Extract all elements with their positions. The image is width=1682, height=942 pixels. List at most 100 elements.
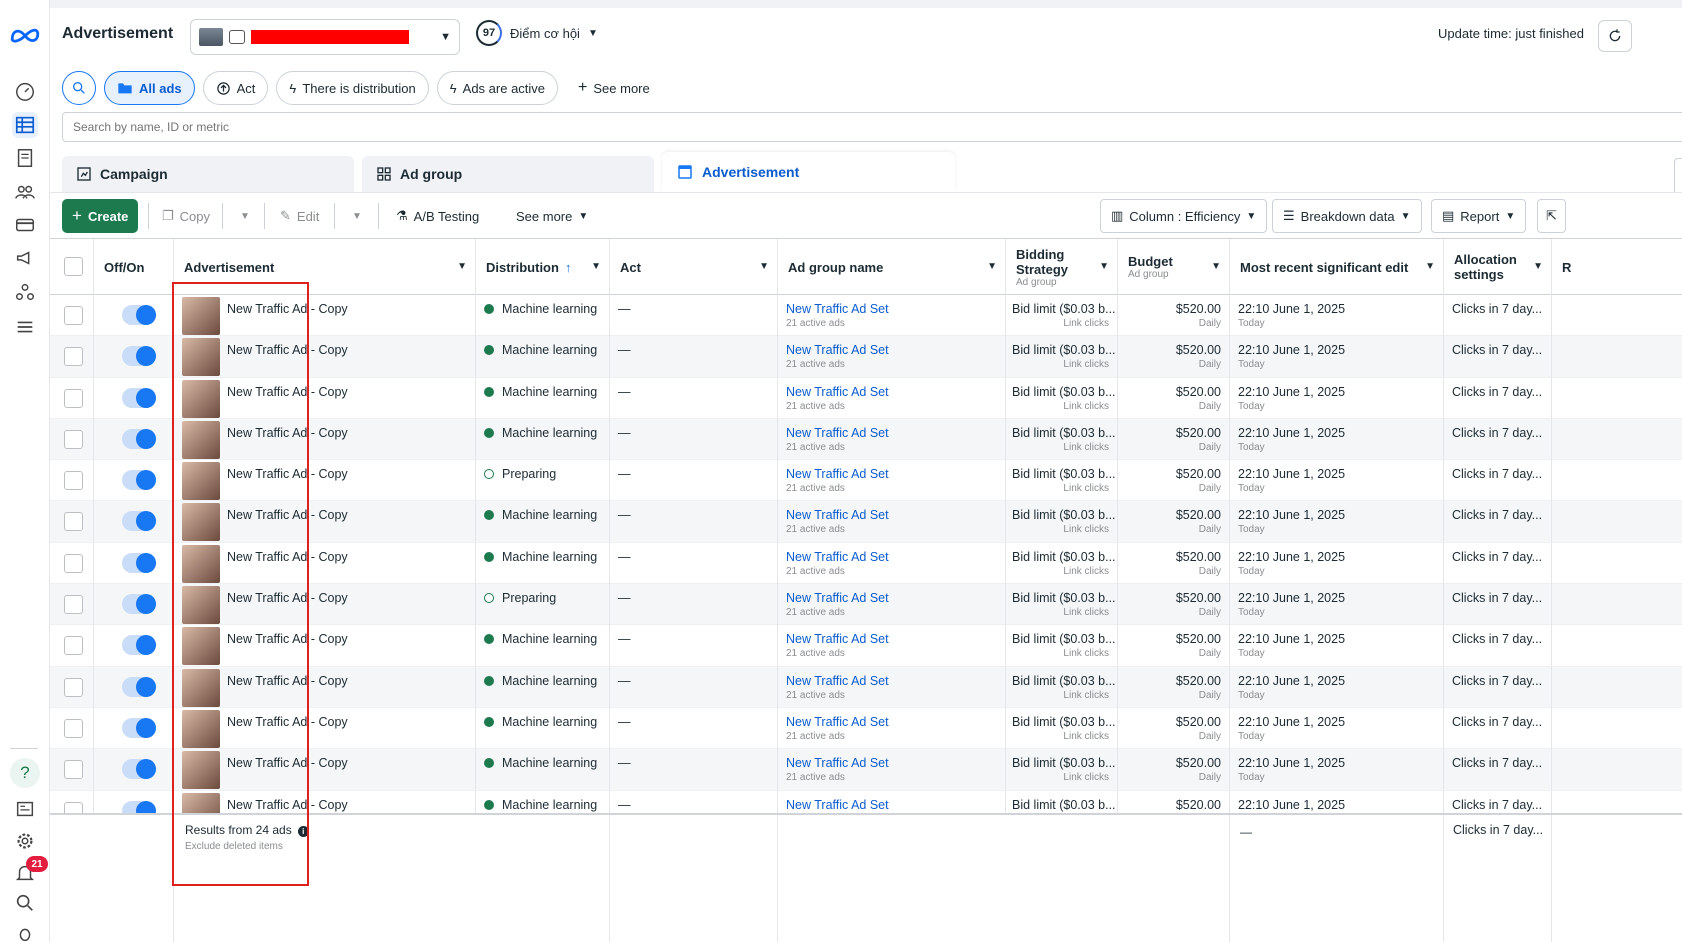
ad-set-link[interactable]: New Traffic Ad Set [786, 426, 889, 440]
ad-thumbnail-image[interactable] [182, 462, 220, 501]
ad-thumbnail-image[interactable] [182, 297, 220, 335]
ad-thumbnail-image[interactable] [182, 379, 220, 418]
ad-on-off-toggle[interactable] [122, 676, 156, 697]
audiences-people-icon[interactable] [12, 179, 38, 205]
info-icon[interactable]: i [297, 826, 309, 837]
row-checkbox[interactable] [64, 347, 83, 367]
ad-name[interactable]: New Traffic Ad - Copy [227, 467, 348, 481]
row-checkbox[interactable] [64, 760, 83, 780]
copy-button[interactable]: ❐ Copy [152, 199, 220, 233]
header-budget[interactable]: Budget Ad group ▼ [1118, 239, 1230, 295]
table-row[interactable]: New Traffic Ad - Copy Preparing — New Tr… [50, 460, 1682, 502]
table-row[interactable]: New Traffic Ad - Copy Machine learning —… [50, 501, 1682, 543]
row-checkbox[interactable] [64, 471, 83, 491]
ad-on-off-toggle[interactable] [122, 346, 156, 367]
tab-advertisement[interactable]: Advertisement [662, 152, 955, 192]
header-allocation[interactable]: Allocation settings ▼ [1444, 239, 1552, 295]
ad-thumbnail-image[interactable] [182, 544, 220, 583]
table-row[interactable]: New Traffic Ad - Copy Machine learning —… [50, 749, 1682, 791]
campaigns-megaphone-icon[interactable] [12, 245, 38, 271]
settings-gear-icon[interactable] [12, 828, 38, 854]
row-checkbox[interactable] [64, 718, 83, 738]
billing-card-icon[interactable] [12, 212, 38, 238]
ad-thumbnail-image[interactable] [182, 338, 220, 377]
header-advertisement[interactable]: Advertisement ▼ [174, 239, 476, 295]
ad-thumbnail-image[interactable] [182, 709, 220, 748]
search-icon[interactable] [12, 890, 38, 916]
filter-act[interactable]: Act [202, 71, 269, 105]
ad-on-off-toggle[interactable] [122, 635, 156, 656]
copy-options-dropdown[interactable]: ▼ [230, 199, 260, 233]
table-row[interactable]: New Traffic Ad - Copy Machine learning —… [50, 377, 1682, 419]
row-checkbox[interactable] [64, 553, 83, 573]
all-tools-menu-icon[interactable] [12, 314, 38, 340]
ad-on-off-toggle[interactable] [122, 594, 156, 615]
export-button[interactable]: ⇱ [1537, 199, 1566, 233]
dashboard-gauge-icon[interactable] [12, 78, 38, 104]
create-button[interactable]: + Create [62, 199, 139, 233]
column-preset-dropdown[interactable]: ▥ Column : Efficiency ▼ [1100, 199, 1268, 233]
opportunity-score[interactable]: 97 Điểm cơ hội ▼ [476, 20, 598, 46]
ad-name[interactable]: New Traffic Ad - Copy [227, 715, 348, 729]
ad-thumbnail-image[interactable] [182, 627, 220, 666]
ad-set-link[interactable]: New Traffic Ad Set [786, 343, 889, 357]
ad-set-link[interactable]: New Traffic Ad Set [786, 385, 889, 399]
edit-button[interactable]: ✎ Edit [270, 199, 329, 233]
ad-name[interactable]: New Traffic Ad - Copy [227, 343, 348, 357]
ad-name[interactable]: New Traffic Ad - Copy [227, 674, 348, 688]
edit-options-dropdown[interactable]: ▼ [342, 199, 372, 233]
ad-name[interactable]: New Traffic Ad - Copy [227, 385, 348, 399]
page-news-icon[interactable] [12, 796, 38, 822]
ad-on-off-toggle[interactable] [122, 387, 156, 408]
ad-thumbnail-image[interactable] [182, 668, 220, 707]
filter-see-more[interactable]: + See more [566, 71, 662, 105]
select-all-checkbox[interactable] [64, 257, 83, 276]
table-row[interactable]: New Traffic Ad - Copy Machine learning —… [50, 295, 1682, 337]
bug-report-icon[interactable] [12, 920, 38, 942]
table-row[interactable]: New Traffic Ad - Copy Machine learning —… [50, 666, 1682, 708]
ad-set-link[interactable]: New Traffic Ad Set [786, 550, 889, 564]
ad-name[interactable]: New Traffic Ad - Copy [227, 591, 348, 605]
ad-set-link[interactable]: New Traffic Ad Set [786, 508, 889, 522]
help-question-icon[interactable]: ? [10, 758, 40, 788]
ad-set-link[interactable]: New Traffic Ad Set [786, 756, 889, 770]
row-checkbox[interactable] [64, 429, 83, 449]
ad-thumbnail-image[interactable] [182, 586, 220, 625]
ad-on-off-toggle[interactable] [122, 759, 156, 780]
ad-thumbnail-image[interactable] [182, 751, 220, 790]
row-checkbox[interactable] [64, 388, 83, 408]
filter-all-ads[interactable]: All ads [104, 71, 195, 105]
filter-active-ads[interactable]: ϟ Ads are active [436, 71, 559, 105]
ad-set-link[interactable]: New Traffic Ad Set [786, 302, 889, 316]
report-dropdown[interactable]: ▤ Report ▼ [1431, 199, 1527, 233]
ad-on-off-toggle[interactable] [122, 305, 156, 325]
header-recent-edit[interactable]: Most recent significant edit ▼ [1230, 239, 1444, 295]
toolbar-see-more-button[interactable]: See more ▼ [506, 199, 598, 233]
ad-on-off-toggle[interactable] [122, 717, 156, 738]
ad-on-off-toggle[interactable] [122, 470, 156, 491]
row-checkbox[interactable] [64, 677, 83, 697]
ad-account-selector[interactable]: ▼ [190, 19, 460, 55]
refresh-button[interactable] [1598, 20, 1632, 52]
ad-set-link[interactable]: New Traffic Ad Set [786, 798, 889, 812]
ad-thumbnail-image[interactable] [182, 503, 220, 542]
ab-testing-button[interactable]: ⚗ A/B Testing [386, 199, 489, 233]
ad-name[interactable]: New Traffic Ad - Copy [227, 508, 348, 522]
ad-set-link[interactable]: New Traffic Ad Set [786, 715, 889, 729]
ad-on-off-toggle[interactable] [122, 511, 156, 532]
table-row[interactable]: New Traffic Ad - Copy Machine learning —… [50, 707, 1682, 750]
business-tools-icon[interactable] [12, 279, 38, 305]
table-row[interactable]: New Traffic Ad - Copy Machine learning —… [50, 418, 1682, 461]
ad-on-off-toggle[interactable] [122, 428, 156, 449]
header-distribution[interactable]: Distribution ↑ ▼ [476, 239, 610, 295]
filter-search-button[interactable] [62, 71, 96, 105]
row-checkbox[interactable] [64, 636, 83, 656]
row-checkbox[interactable] [64, 595, 83, 615]
ad-name[interactable]: New Traffic Ad - Copy [227, 302, 348, 316]
ads-manager-table-icon[interactable] [12, 112, 38, 138]
table-row[interactable]: New Traffic Ad - Copy Machine learning —… [50, 542, 1682, 585]
ad-name[interactable]: New Traffic Ad - Copy [227, 426, 348, 440]
reports-book-icon[interactable] [12, 145, 38, 171]
row-checkbox[interactable] [64, 306, 83, 325]
row-checkbox[interactable] [64, 512, 83, 532]
